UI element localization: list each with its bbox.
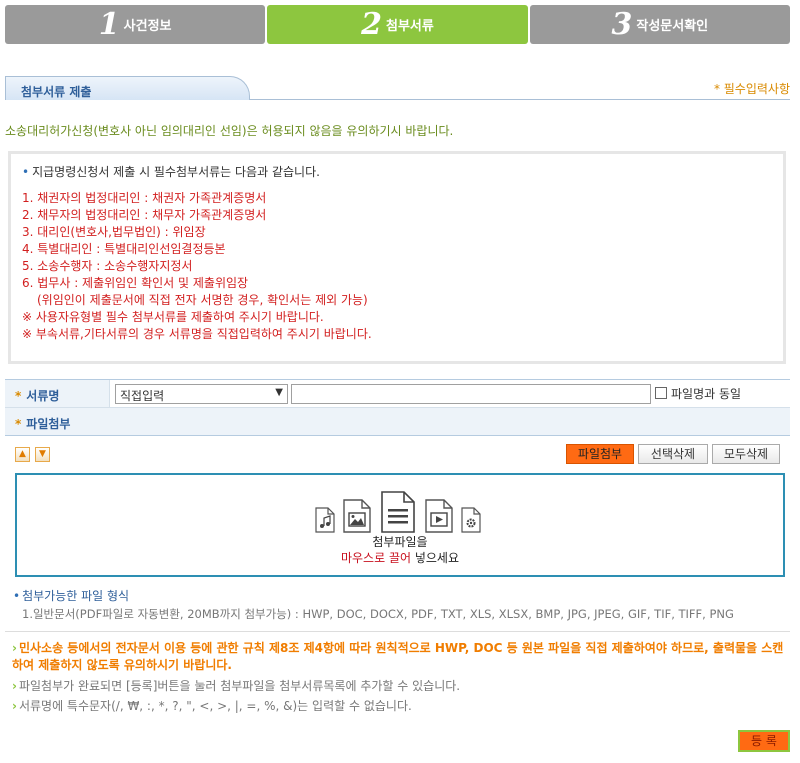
doc-name-label: * 서류명 [5, 380, 110, 407]
audio-file-icon [315, 507, 335, 533]
file-attach-label: * 파일첨부 [5, 408, 110, 435]
settings-file-icon [461, 507, 481, 533]
info-line: 4. 특별대리인 : 특별대리인선임결정등본 [22, 242, 226, 256]
same-as-filename-label: 파일명과 동일 [671, 387, 742, 401]
move-down-button[interactable]: ▼ [35, 447, 50, 462]
dropzone-hint: 마우스로 끌어 넣으세요 [340, 551, 460, 565]
info-line: ※ 부속서류,기타서류의 경우 서류명을 직접입력하여 주시기 바랍니다. [22, 327, 372, 341]
doc-name-input[interactable] [291, 384, 651, 404]
step-label: 사건정보 [123, 19, 172, 34]
doc-name-row: * 서류명 직접입력 ▼ 파일명과 동일 [5, 379, 790, 408]
arrow-right-icon: › [12, 641, 17, 655]
step-progress: 1 사건정보 2 첨부서류 3 작성문서확인 [5, 5, 790, 44]
file-type-icons [315, 491, 490, 533]
image-file-icon [343, 499, 371, 533]
video-file-icon [425, 499, 453, 533]
original-file-notice: › 민사소송 등에서의 전자문서 이용 등에 관한 규칙 제8조 제4항에 따라 … [12, 641, 784, 672]
step-number: 3 [611, 6, 633, 42]
section-title: 첨부서류 제출 [5, 76, 250, 100]
bullet-icon: • [22, 165, 30, 179]
required-docs-info: • 지급명령신청서 제출 시 필수첨부서류는 다음과 같습니다. 1. 채권자의 … [8, 151, 786, 364]
step-case-info: 1 사건정보 [5, 5, 266, 44]
delete-all-button[interactable]: 모두삭제 [712, 444, 780, 464]
info-line: 5. 소송수행자 : 소송수행자지정서 [22, 259, 193, 273]
info-line: ※ 사용자유형별 필수 첨부서류를 제출하여 주시기 바랍니다. [22, 310, 324, 324]
info-line: 2. 채무자의 법정대리인 : 채무자 가족관계증명서 [22, 208, 267, 222]
info-line: 6. 법무사 : 제출위임인 확인서 및 제출위임장 [22, 276, 249, 290]
arrow-down-icon: ▼ [39, 449, 46, 459]
formats-title: • 첨부가능한 파일 형식 [13, 589, 130, 603]
divider [5, 631, 790, 632]
formats-list: 1.일반문서(PDF파일로 자동변환, 20MB까지 첨부가능) : HWP, … [22, 607, 734, 621]
bullet-icon: • [13, 589, 21, 603]
step-label: 작성문서확인 [636, 19, 709, 34]
info-heading: • 지급명령신청서 제출 시 필수첨부서류는 다음과 같습니다. [22, 165, 320, 179]
info-line: (위임인이 제출문서에 직접 전자 서명한 경우, 확인서는 제외 가능) [37, 293, 368, 307]
delete-selected-button[interactable]: 선택삭제 [638, 444, 708, 464]
same-as-filename-checkbox[interactable] [655, 387, 667, 399]
file-dropzone[interactable]: 첨부파일을 마우스로 끌어 넣으세요 [15, 473, 785, 577]
attach-file-button[interactable]: 파일첨부 [566, 444, 634, 464]
step-label: 첨부서류 [386, 19, 434, 34]
section-header: 첨부서류 제출 * 필수입력사항 [5, 76, 790, 100]
proxy-warning: 소송대리허가신청(변호사 아닌 임의대리인 선임)은 허용되지 않음을 유의하기… [5, 124, 454, 138]
special-char-notice: › 서류명에 특수문자(/, ₩, :, *, ?, ", <, >, |, =,… [12, 699, 412, 713]
doc-type-select[interactable]: 직접입력 ▼ [115, 384, 288, 404]
step-number: 1 [98, 6, 120, 42]
move-up-button[interactable]: ▲ [15, 447, 30, 462]
step-attachments: 2 첨부서류 [267, 5, 528, 44]
document-file-icon [381, 491, 415, 533]
arrow-right-icon: › [12, 699, 17, 713]
arrow-right-icon: › [12, 679, 17, 693]
chevron-down-icon: ▼ [275, 387, 283, 398]
info-line: 3. 대리인(변호사,법무법인) : 위임장 [22, 225, 206, 239]
register-hint: › 파일첨부가 완료되면 [등록]버튼을 눌러 첨부파일을 첨부서류목록에 추가할… [12, 679, 461, 693]
step-number: 2 [361, 6, 382, 42]
info-line: 1. 채권자의 법정대리인 : 채권자 가족관계증명서 [22, 191, 267, 205]
dropzone-text: 첨부파일을 [372, 535, 428, 549]
arrow-up-icon: ▲ [19, 449, 26, 459]
step-confirm-docs: 3 작성문서확인 [529, 5, 790, 44]
register-button[interactable]: 등 록 [738, 730, 790, 752]
required-note: * 필수입력사항 [713, 82, 790, 96]
file-attach-row: * 파일첨부 [5, 408, 790, 436]
